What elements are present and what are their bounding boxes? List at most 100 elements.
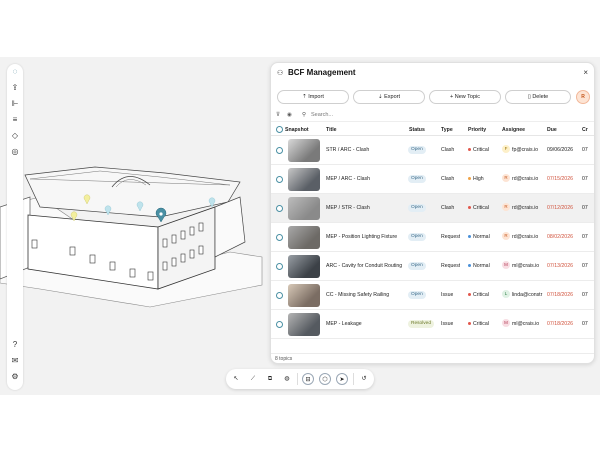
snapshot-thumbnail[interactable] bbox=[288, 313, 320, 336]
status-badge: Open bbox=[408, 175, 426, 183]
priority-label: Normal bbox=[473, 263, 490, 269]
priority-cell: High bbox=[468, 176, 484, 182]
priority-dot-icon bbox=[468, 206, 471, 210]
priority-cell: Critical bbox=[468, 205, 489, 211]
new-topic-button[interactable]: + New Topic bbox=[429, 90, 501, 104]
list-icon[interactable]: ≡ bbox=[10, 115, 20, 125]
close-icon[interactable]: × bbox=[583, 68, 588, 77]
status-badge: Resolved bbox=[408, 320, 434, 328]
hierarchy-icon[interactable]: ⊩ bbox=[10, 99, 20, 109]
export-button[interactable]: ⇣ Export bbox=[353, 90, 425, 104]
status-badge: Open bbox=[408, 291, 426, 299]
snapshot-thumbnail[interactable] bbox=[288, 284, 320, 307]
priority-label: Critical bbox=[473, 292, 489, 298]
layers-icon[interactable]: ◇ bbox=[10, 131, 20, 141]
mail-icon[interactable]: ✉ bbox=[10, 356, 20, 366]
topic-type: Clash bbox=[441, 205, 455, 211]
row-select-radio[interactable] bbox=[276, 292, 283, 299]
topic-type: Issue bbox=[441, 292, 454, 298]
topic-title: MEP - Leakage bbox=[326, 321, 362, 327]
row-select-radio[interactable] bbox=[276, 234, 283, 241]
topic-type: Request bbox=[441, 234, 461, 240]
priority-label: High bbox=[473, 176, 484, 182]
assignee-email: rd@crais.io bbox=[512, 176, 539, 182]
priority-cell: Critical bbox=[468, 292, 489, 298]
send-tool-icon[interactable]: ➤ bbox=[336, 373, 348, 385]
col-status[interactable]: Status bbox=[409, 127, 425, 133]
due-date: 07/13/2026 bbox=[547, 263, 573, 269]
markup-tool-icon[interactable]: ◍ bbox=[281, 373, 293, 385]
assignee-email: linda@constr bbox=[512, 292, 543, 298]
bcf-tool-icon[interactable]: ⊟ bbox=[302, 373, 314, 385]
topic-type: Request bbox=[441, 263, 461, 269]
snapshot-thumbnail[interactable] bbox=[288, 168, 320, 191]
table-row[interactable]: MEP / ARC - Clash Open Clash High Rrd@crais.… bbox=[271, 165, 594, 194]
priority-dot-icon bbox=[468, 322, 471, 326]
col-assignee[interactable]: Assignee bbox=[502, 127, 525, 133]
select-all-radio[interactable] bbox=[276, 126, 283, 133]
import-button[interactable]: ⇡ Import bbox=[277, 90, 349, 104]
assignee-avatar: M bbox=[502, 261, 510, 269]
status-badge: Open bbox=[408, 262, 426, 270]
due-date: 07/18/2026 bbox=[547, 292, 573, 298]
col-due[interactable]: Due bbox=[547, 127, 557, 133]
snapshot-thumbnail[interactable] bbox=[288, 226, 320, 249]
priority-cell: Normal bbox=[468, 234, 490, 240]
priority-cell: Normal bbox=[468, 263, 490, 269]
created-date: 07 bbox=[582, 147, 588, 153]
col-priority[interactable]: Priority bbox=[468, 127, 486, 133]
priority-label: Critical bbox=[473, 147, 489, 153]
snapshot-thumbnail[interactable] bbox=[288, 139, 320, 162]
table-row[interactable]: ARC - Cavity for Conduit Routing Open Requ… bbox=[271, 252, 594, 281]
comment-icon[interactable]: ◎ bbox=[10, 147, 20, 157]
snapshot-thumbnail[interactable] bbox=[288, 255, 320, 278]
help-icon[interactable]: ? bbox=[10, 340, 20, 350]
col-created[interactable]: Cr bbox=[582, 127, 588, 133]
eye-icon[interactable]: ◉ bbox=[287, 112, 292, 118]
assignee-avatar: R bbox=[502, 203, 510, 211]
logo-icon[interactable]: ◌ bbox=[10, 67, 20, 77]
select-tool-icon[interactable]: ↖ bbox=[230, 373, 242, 385]
panel-footer: 8 topics bbox=[271, 353, 594, 363]
created-date: 07 bbox=[582, 234, 588, 240]
priority-cell: Critical bbox=[468, 147, 489, 153]
bcf-icon: ⚇ bbox=[277, 70, 284, 77]
col-type[interactable]: Type bbox=[441, 127, 453, 133]
avatar[interactable]: R bbox=[576, 90, 590, 104]
table-row[interactable]: CC - Missing Safety Railing Open Issue Crit… bbox=[271, 281, 594, 310]
table-row[interactable]: MEP / STR - Clash Open Clash Critical Rrd@cr… bbox=[271, 194, 594, 223]
upload-icon[interactable]: ⇪ bbox=[10, 83, 20, 93]
due-date: 07/15/2026 bbox=[547, 176, 573, 182]
col-title[interactable]: Title bbox=[326, 127, 337, 133]
topic-type: Clash bbox=[441, 176, 455, 182]
search-input[interactable]: Search... bbox=[311, 112, 333, 118]
filter-icon[interactable]: ⊽ bbox=[276, 112, 280, 118]
col-snapshot[interactable]: Snapshot bbox=[285, 127, 309, 133]
search-icon: ⚲ bbox=[302, 112, 307, 118]
priority-dot-icon bbox=[468, 235, 471, 239]
row-select-radio[interactable] bbox=[276, 321, 283, 328]
row-select-radio[interactable] bbox=[276, 263, 283, 270]
priority-dot-icon bbox=[468, 293, 471, 297]
model-tool-icon[interactable]: ⬡ bbox=[319, 373, 331, 385]
table-row[interactable]: MEP - Position Lighting Fixture Open Reque… bbox=[271, 223, 594, 252]
settings-icon[interactable]: ⚙ bbox=[10, 372, 20, 382]
measure-tool-icon[interactable]: ⟋ bbox=[247, 373, 259, 385]
snapshot-thumbnail[interactable] bbox=[288, 197, 320, 220]
section-tool-icon[interactable]: ⧉ bbox=[264, 373, 276, 385]
row-select-radio[interactable] bbox=[276, 205, 283, 212]
row-select-radio[interactable] bbox=[276, 176, 283, 183]
topic-title: STR / ARC - Clash bbox=[326, 147, 370, 153]
topic-count: 8 topics bbox=[275, 356, 293, 362]
assignee-email: rd@crais.io bbox=[512, 205, 539, 211]
delete-button[interactable]: ▯ Delete bbox=[505, 90, 571, 104]
table-header: Snapshot Title Status Type Priority Assi… bbox=[271, 124, 594, 136]
table-row[interactable]: MEP - Leakage Resolved Issue Critical Mml@cr… bbox=[271, 310, 594, 339]
priority-label: Critical bbox=[473, 205, 489, 211]
reset-view-icon[interactable]: ↺ bbox=[358, 373, 370, 385]
topic-title: MEP / STR - Clash bbox=[326, 205, 370, 211]
table-row[interactable]: STR / ARC - Clash Open Clash Critical Ffp@cr… bbox=[271, 136, 594, 165]
created-date: 07 bbox=[582, 176, 588, 182]
row-select-radio[interactable] bbox=[276, 147, 283, 154]
due-date: 09/06/2026 bbox=[547, 147, 573, 153]
